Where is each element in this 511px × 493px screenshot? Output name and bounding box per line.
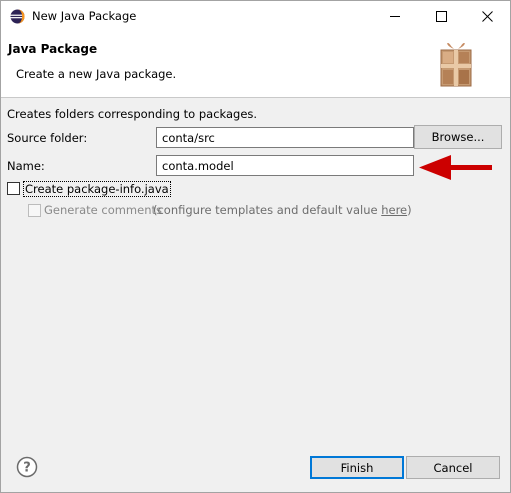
cancel-label: Cancel (433, 460, 473, 475)
generate-comments-hint: (configure templates and default value h… (153, 203, 412, 217)
svg-text:?: ? (23, 461, 31, 476)
page-title: Java Package (8, 42, 98, 56)
minimize-icon (389, 16, 400, 17)
generate-comments-label: Generate comments (44, 203, 162, 217)
generate-comments-checkbox (28, 204, 41, 217)
create-package-info-label[interactable]: Create package-info.java (23, 181, 171, 197)
minimize-button[interactable] (372, 1, 418, 32)
hint-prefix: (configure templates and default value (153, 203, 382, 217)
close-icon (481, 11, 493, 22)
create-package-info-checkbox[interactable] (7, 182, 20, 195)
source-folder-label: Source folder: (7, 131, 88, 145)
page-description: Create a new Java package. (16, 67, 177, 81)
close-button[interactable] (464, 1, 510, 32)
maximize-button[interactable] (418, 1, 464, 32)
red-arrow-annotation (419, 155, 492, 180)
hint-suffix: ) (407, 203, 412, 217)
help-icon[interactable]: ? (16, 456, 38, 478)
name-label: Name: (7, 159, 45, 173)
wizard-banner: Java Package Create a new Java package. (1, 32, 510, 98)
finish-button[interactable]: Finish (310, 456, 404, 479)
form-intro: Creates folders corresponding to package… (7, 107, 258, 121)
dialog-window: New Java Package Java Package Create a n… (0, 0, 511, 493)
eclipse-icon (10, 9, 25, 24)
configure-templates-link[interactable]: here (381, 203, 407, 217)
source-folder-input[interactable] (156, 127, 414, 148)
browse-button[interactable]: Browse... (414, 125, 502, 149)
finish-label: Finish (340, 460, 374, 475)
package-name-input[interactable] (156, 155, 414, 176)
window-title: New Java Package (32, 9, 137, 23)
package-gift-icon (440, 42, 472, 87)
title-bar: New Java Package (1, 1, 510, 32)
maximize-icon (435, 11, 447, 22)
cancel-button[interactable]: Cancel (406, 456, 500, 479)
